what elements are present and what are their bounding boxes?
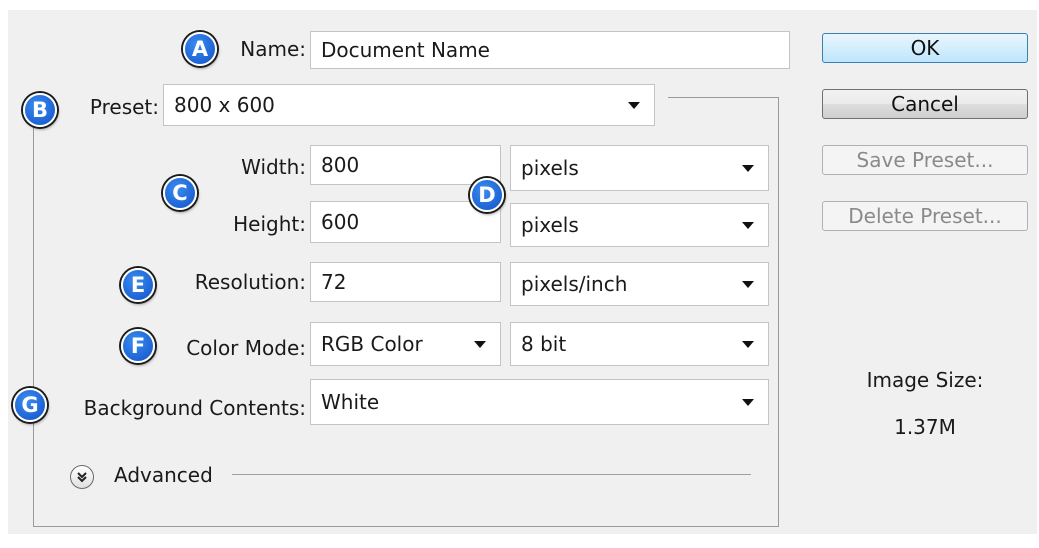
- resolution-label: Resolution:: [194, 270, 306, 294]
- preset-label: Preset:: [89, 95, 159, 119]
- double-chevron-down-icon: [77, 472, 87, 483]
- badge-e: E: [121, 268, 155, 302]
- preset-value: 800 x 600: [174, 93, 275, 117]
- image-size-value: 1.37M: [894, 415, 956, 439]
- height-unit-value: pixels: [521, 213, 579, 237]
- width-unit-select[interactable]: pixels: [510, 145, 769, 191]
- name-input-value: Document Name: [321, 38, 490, 62]
- chevron-down-icon: [742, 280, 754, 288]
- color-mode-value: RGB Color: [321, 332, 423, 356]
- save-preset-button[interactable]: Save Preset...: [822, 145, 1028, 175]
- width-unit-value: pixels: [521, 156, 579, 180]
- height-input[interactable]: 600: [310, 201, 501, 243]
- name-label: Name:: [240, 37, 306, 61]
- advanced-divider: [232, 474, 751, 475]
- advanced-label: Advanced: [114, 463, 213, 487]
- background-contents-label: Background Contents:: [83, 396, 306, 420]
- ok-button[interactable]: OK: [822, 33, 1028, 63]
- width-input[interactable]: 800: [310, 145, 501, 185]
- width-value: 800: [321, 153, 360, 177]
- color-mode-label: Color Mode:: [186, 336, 306, 360]
- chevron-down-icon: [742, 398, 754, 406]
- badge-b: B: [23, 93, 57, 127]
- resolution-unit-value: pixels/inch: [521, 272, 628, 296]
- height-unit-select[interactable]: pixels: [510, 203, 769, 247]
- chevron-down-icon: [742, 221, 754, 229]
- chevron-down-icon: [628, 101, 640, 109]
- chevron-down-icon: [742, 340, 754, 348]
- badge-a: A: [183, 32, 217, 66]
- image-size-label: Image Size:: [866, 368, 984, 392]
- preset-select[interactable]: 800 x 600: [163, 84, 655, 126]
- name-input[interactable]: Document Name: [310, 31, 790, 69]
- height-label: Height:: [233, 212, 306, 236]
- advanced-toggle[interactable]: [70, 465, 94, 489]
- color-mode-select[interactable]: RGB Color: [310, 322, 501, 366]
- badge-f: F: [121, 329, 155, 363]
- cancel-button[interactable]: Cancel: [822, 89, 1028, 119]
- chevron-down-icon: [742, 164, 754, 172]
- chevron-down-icon: [474, 340, 486, 348]
- delete-preset-button[interactable]: Delete Preset...: [822, 201, 1028, 231]
- badge-c: C: [163, 176, 197, 210]
- background-contents-value: White: [321, 390, 380, 414]
- height-value: 600: [321, 210, 360, 234]
- resolution-value: 72: [321, 270, 347, 294]
- badge-g: G: [13, 388, 47, 422]
- bit-depth-select[interactable]: 8 bit: [510, 322, 769, 366]
- width-label: Width:: [241, 155, 306, 179]
- background-contents-select[interactable]: White: [310, 379, 769, 425]
- resolution-unit-select[interactable]: pixels/inch: [510, 262, 769, 306]
- badge-d: D: [470, 178, 504, 212]
- bit-depth-value: 8 bit: [521, 332, 567, 356]
- resolution-input[interactable]: 72: [310, 262, 501, 302]
